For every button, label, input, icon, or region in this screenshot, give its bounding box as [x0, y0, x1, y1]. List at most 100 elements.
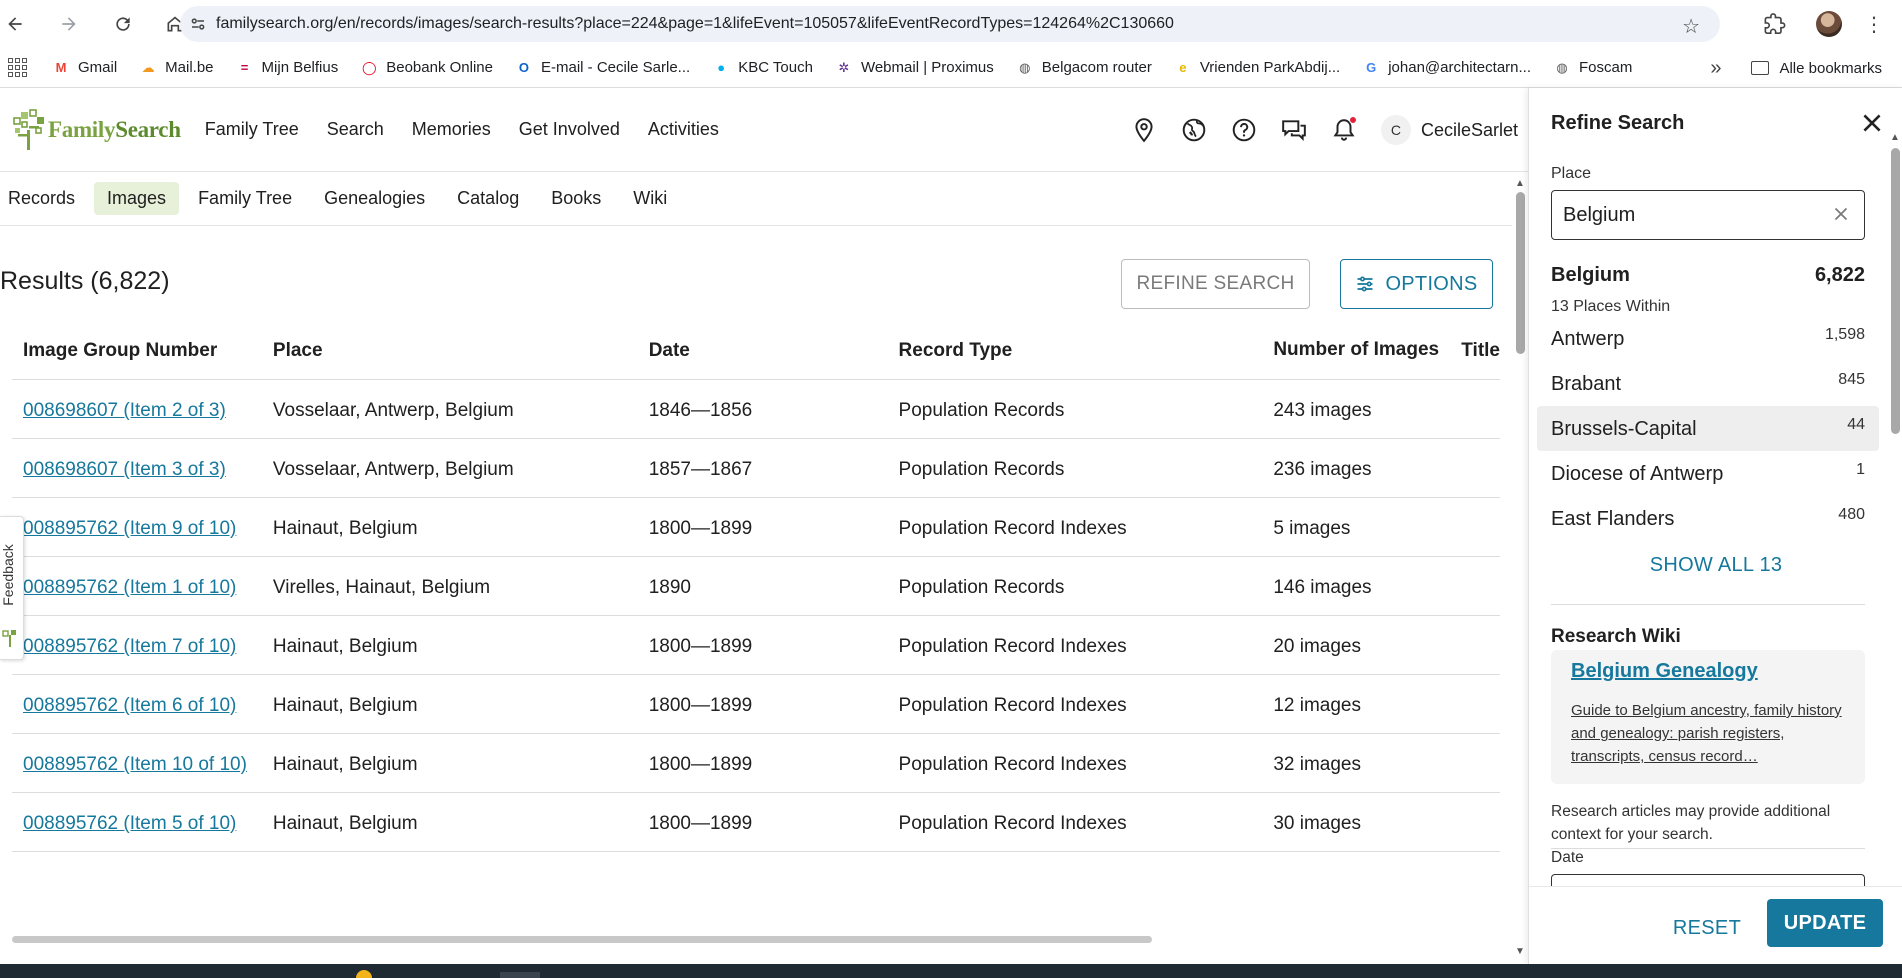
places-within-label: 13 Places Within [1551, 298, 1671, 315]
bookmark-item[interactable]: e Vrienden ParkAbdij... [1174, 59, 1340, 77]
clear-input-icon[interactable] [1830, 203, 1852, 225]
image-group-link[interactable]: 008895762 (Item 9 of 10) [23, 518, 236, 539]
profile-avatar[interactable] [1816, 11, 1842, 37]
taskbar-app-icon[interactable] [356, 970, 372, 978]
image-group-link[interactable]: 008698607 (Item 2 of 3) [23, 400, 226, 421]
scroll-down-arrow-icon[interactable]: ▼ [1515, 946, 1525, 957]
tree-logo-icon [13, 108, 44, 150]
image-group-cell: 008895762 (Item 10 of 10) [12, 733, 262, 793]
bookmark-item[interactable]: ◍ Belgacom router [1016, 59, 1152, 77]
wiki-card[interactable]: Belgium Genealogy Guide to Belgium ances… [1551, 650, 1865, 784]
table-row: 008895762 (Item 1 of 10) Virelles, Hainau… [12, 556, 1500, 616]
notifications-icon[interactable] [1331, 116, 1357, 143]
messages-icon[interactable] [1281, 117, 1307, 143]
image-group-link[interactable]: 008895762 (Item 10 of 10) [23, 754, 247, 775]
bookmark-item[interactable]: ☁ Mail.be [139, 59, 214, 77]
bookmark-item[interactable]: M Gmail [52, 59, 118, 77]
extensions-icon[interactable] [1758, 7, 1792, 41]
refine-search-button[interactable]: REFINE SEARCH [1121, 259, 1310, 309]
place-filter-item[interactable]: Antwerp 1,598 [1537, 316, 1879, 361]
tab-catalog[interactable]: Catalog [444, 182, 532, 215]
panel-scrollbar-thumb[interactable] [1891, 148, 1900, 434]
bookmark-item[interactable]: O E-mail - Cecile Sarle... [515, 59, 690, 77]
forward-icon[interactable] [54, 9, 84, 39]
back-icon[interactable] [0, 9, 30, 39]
place-filter-item[interactable]: Diocese of Antwerp 1 [1537, 451, 1879, 496]
help-icon[interactable] [1231, 117, 1257, 143]
os-taskbar [0, 964, 1902, 978]
nav-activities[interactable]: Activities [648, 119, 719, 140]
wiki-description[interactable]: Guide to Belgium ancestry, family histor… [1571, 699, 1845, 768]
tab-images[interactable]: Images [94, 182, 180, 215]
column-header-group[interactable]: Image Group Number [12, 326, 262, 380]
image-group-link[interactable]: 008895762 (Item 7 of 10) [23, 636, 236, 657]
bookmark-star-icon[interactable]: ☆ [1682, 14, 1700, 39]
scroll-up-arrow-icon[interactable]: ▲ [1890, 132, 1900, 143]
image-group-link[interactable]: 008698607 (Item 3 of 3) [23, 459, 226, 480]
image-group-cell: 008895762 (Item 6 of 10) [12, 674, 262, 734]
place-total-row[interactable]: Belgium 6,822 [1551, 264, 1865, 287]
tab-family-tree[interactable]: Family Tree [185, 182, 305, 215]
globe-icon[interactable] [1181, 117, 1207, 143]
column-header-record-type[interactable]: Record Type [887, 326, 1263, 380]
scrollbar-thumb[interactable] [1516, 192, 1525, 354]
column-header-title[interactable]: Title [1450, 326, 1500, 380]
column-header-place[interactable]: Place [261, 326, 638, 380]
place-filter-item[interactable]: Brabant 845 [1537, 361, 1879, 406]
nav-family-tree[interactable]: Family Tree [205, 119, 299, 140]
update-button[interactable]: UPDATE [1767, 899, 1883, 947]
bookmark-item[interactable]: ◍ Foscam [1553, 59, 1632, 77]
logo-text-family: Family [48, 116, 116, 142]
nav-memories[interactable]: Memories [412, 119, 491, 140]
place-filter-item[interactable]: Brussels-Capital 44 [1537, 406, 1879, 451]
reload-icon[interactable] [108, 9, 138, 39]
bookmark-item[interactable]: ● KBC Touch [712, 59, 813, 77]
taskbar-app-icon[interactable] [500, 972, 540, 978]
nav-search[interactable]: Search [327, 119, 384, 140]
user-menu[interactable]: C CecileSarlet [1380, 115, 1518, 145]
wiki-link[interactable]: Belgium Genealogy [1571, 660, 1845, 683]
nav-get-involved[interactable]: Get Involved [519, 119, 620, 140]
tab-records[interactable]: Records [0, 182, 88, 215]
reset-button[interactable]: RESET [1667, 905, 1747, 951]
panel-scrollbar[interactable]: ▲ [1889, 130, 1901, 870]
place-input-value: Belgium [1563, 203, 1636, 226]
familysearch-logo[interactable]: FamilySearch [12, 108, 181, 152]
all-bookmarks-link[interactable]: Alle bookmarks [1779, 60, 1882, 77]
place-cell: Hainaut, Belgium [261, 674, 638, 734]
column-header-date[interactable]: Date [637, 326, 888, 380]
place-filter-item[interactable]: East Flanders 480 [1537, 496, 1879, 541]
bookmark-item[interactable]: Gjohan@architectarn... [1362, 59, 1531, 77]
tab-wiki[interactable]: Wiki [620, 182, 680, 215]
bookmark-item[interactable]: ✲ Webmail | Proximus [835, 59, 994, 77]
results-horizontal-scrollbar[interactable] [12, 934, 1152, 944]
image-group-link[interactable]: 008895762 (Item 5 of 10) [23, 813, 236, 834]
image-group-link[interactable]: 008895762 (Item 6 of 10) [23, 695, 236, 716]
show-all-places-button[interactable]: SHOW ALL 13 [1529, 554, 1902, 577]
chrome-menu-icon[interactable]: ⋮ [1864, 12, 1884, 37]
tab-books[interactable]: Books [538, 182, 614, 215]
table-row: 008895762 (Item 6 of 10) Hainaut, Belgium… [12, 674, 1500, 734]
column-header-images[interactable]: Number of Images [1262, 326, 1451, 380]
scroll-up-arrow-icon[interactable]: ▲ [1515, 178, 1525, 189]
results-vertical-scrollbar[interactable]: ▲ ▼ [1513, 176, 1527, 964]
image-group-cell: 008895762 (Item 9 of 10) [12, 497, 262, 557]
close-icon[interactable] [1859, 110, 1885, 136]
place-input[interactable]: Belgium [1551, 190, 1865, 240]
bookmark-item[interactable]: = Mijn Belfius [236, 59, 339, 77]
location-pin-icon[interactable] [1131, 117, 1157, 143]
tab-genealogies[interactable]: Genealogies [311, 182, 438, 215]
feedback-label: Feedback [0, 544, 16, 606]
feedback-tab[interactable]: Feedback [0, 516, 24, 660]
address-bar[interactable]: familysearch.org/en/records/images/searc… [180, 6, 1720, 42]
place-cell: Vosselaar, Antwerp, Belgium [261, 438, 638, 498]
horizontal-scrollbar-thumb[interactable] [12, 936, 1152, 943]
options-button[interactable]: OPTIONS [1340, 259, 1493, 309]
more-bookmarks-icon[interactable]: » [1710, 57, 1721, 80]
bookmark-item[interactable]: ◯ Beobank Online [360, 59, 493, 77]
site-info-icon[interactable] [180, 15, 216, 33]
apps-grid-icon[interactable] [8, 57, 28, 78]
place-count: 1 [1856, 461, 1865, 478]
image-group-link[interactable]: 008895762 (Item 1 of 10) [23, 577, 236, 598]
date-input[interactable] [1551, 874, 1865, 886]
